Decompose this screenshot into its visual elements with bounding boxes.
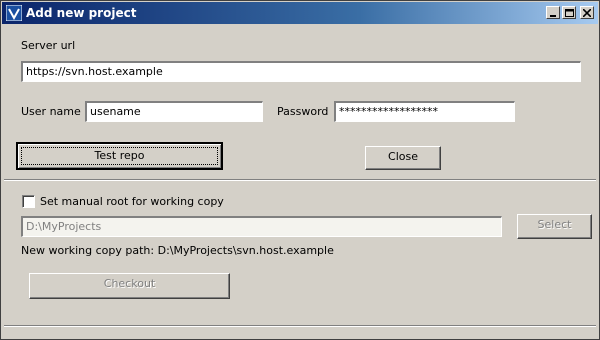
minimize-button[interactable] <box>546 6 560 19</box>
manual-root-label[interactable]: Set manual root for working copy <box>40 195 224 209</box>
close-icon <box>583 9 591 17</box>
password-label: Password <box>277 105 329 118</box>
test-repo-button[interactable]: Test repo <box>16 142 223 170</box>
window-title: Add new project <box>26 6 137 20</box>
working-copy-path-text: New working copy path: D:\MyProjects\svn… <box>21 244 334 257</box>
maximize-icon <box>565 9 574 17</box>
minimize-icon <box>550 15 556 17</box>
user-name-input[interactable]: usename <box>85 101 263 122</box>
user-name-label: User name <box>21 105 81 118</box>
app-logo-icon <box>5 4 23 22</box>
bottom-separator <box>4 325 596 327</box>
close-window-button[interactable] <box>580 6 594 19</box>
checkout-button[interactable]: Checkout <box>29 273 230 299</box>
select-folder-button[interactable]: Select <box>517 214 592 239</box>
section-separator <box>4 179 596 181</box>
close-button[interactable]: Close <box>365 146 441 170</box>
manual-root-checkbox[interactable] <box>22 195 35 208</box>
checkout-label: Checkout <box>103 277 156 290</box>
server-url-input[interactable]: https://svn.host.example <box>21 61 581 82</box>
password-input[interactable]: ****************** <box>334 101 515 122</box>
add-project-dialog: Add new project Server url https://svn.h… <box>0 0 600 340</box>
test-repo-label: Test repo <box>94 149 145 162</box>
maximize-button[interactable] <box>562 6 576 19</box>
working-copy-root-input[interactable]: D:\MyProjects <box>21 216 502 237</box>
server-url-label: Server url <box>21 39 76 52</box>
close-button-label: Close <box>388 150 418 163</box>
title-bar[interactable]: Add new project <box>2 2 598 24</box>
select-button-label: Select <box>537 218 572 231</box>
